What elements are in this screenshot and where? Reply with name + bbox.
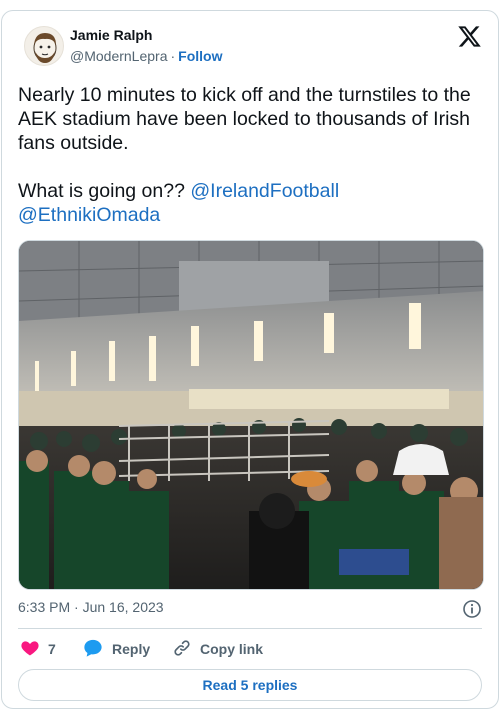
author-handle-row: @ModernLepra · Follow — [70, 48, 223, 64]
divider — [18, 628, 482, 629]
heart-icon — [20, 638, 40, 661]
reply-button[interactable]: Reply — [82, 639, 150, 659]
author-handle[interactable]: @ModernLepra — [70, 48, 168, 64]
follow-button[interactable]: Follow — [178, 48, 222, 64]
meta-separator: · — [74, 599, 79, 615]
copy-link-button[interactable]: Copy link — [172, 639, 263, 659]
mention-ethniki-omada[interactable]: @EthnikiOmada — [18, 204, 160, 226]
like-button[interactable]: 7 — [20, 639, 56, 659]
tweet-line-1: Nearly 10 minutes to kick off and the tu… — [18, 84, 471, 154]
tweet-meta: 6:33 PM · Jun 16, 2023 — [18, 599, 482, 619]
separator: · — [170, 48, 176, 64]
reply-bubble-icon — [82, 638, 104, 661]
link-icon — [172, 638, 192, 661]
tweet-text: Nearly 10 minutes to kick off and the tu… — [18, 83, 484, 227]
read-replies-button[interactable]: Read 5 replies — [18, 669, 482, 701]
reply-label: Reply — [112, 641, 151, 657]
mention-ireland-football[interactable]: @IrelandFootball — [190, 180, 339, 202]
copy-link-label: Copy link — [200, 641, 264, 657]
author-name[interactable]: Jamie Ralph — [70, 27, 152, 43]
tweet-header: Jamie Ralph @ModernLepra · Follow — [18, 24, 482, 70]
tweet-actions: 7 Reply Copy link — [18, 639, 482, 659]
tweet-line-2: What is going on?? — [18, 180, 191, 202]
like-count: 7 — [48, 641, 56, 657]
tweet-time[interactable]: 6:33 PM — [18, 599, 70, 615]
tweet-card: Jamie Ralph @ModernLepra · Follow Nearly 1… — [1, 10, 499, 709]
tweet-date[interactable]: Jun 16, 2023 — [83, 599, 164, 615]
avatar[interactable] — [24, 26, 64, 66]
tweet-photo[interactable] — [18, 240, 484, 590]
info-icon[interactable] — [462, 599, 482, 619]
x-logo-icon[interactable] — [457, 24, 482, 49]
